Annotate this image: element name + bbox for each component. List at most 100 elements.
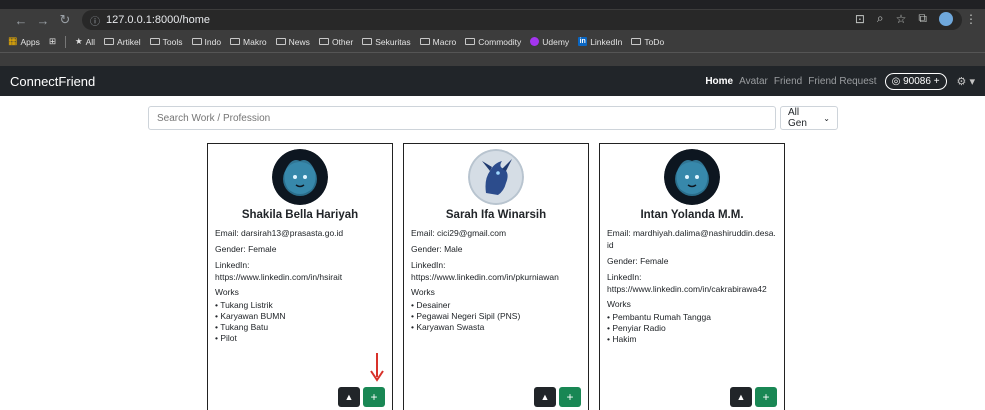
star-icon[interactable]: ☆ xyxy=(896,12,907,26)
site-info-icon[interactable]: ⓘ xyxy=(90,13,100,28)
bookmark-linkedin[interactable]: in LinkedIn xyxy=(578,37,622,47)
lion-avatar-icon xyxy=(272,149,328,205)
folder-icon xyxy=(419,38,430,45)
user-card: Intan Yolanda M.M. Email: mardhiyah.dali… xyxy=(599,143,785,410)
annotation-arrow-icon xyxy=(370,353,384,382)
bookmark-apps[interactable]: ▦ Apps xyxy=(8,36,40,47)
bookmark-tools[interactable]: Tools xyxy=(149,37,183,47)
folder-icon xyxy=(104,38,115,45)
bookmark-sekuritas[interactable]: Sekuritas xyxy=(362,37,411,47)
bookmark-makro[interactable]: Makro xyxy=(230,37,267,47)
folder-icon xyxy=(230,38,241,45)
udemy-icon xyxy=(530,37,540,46)
zoom-icon[interactable]: ⌕ xyxy=(877,11,884,26)
star-filled-icon: ★ xyxy=(74,36,83,46)
translate-icon[interactable]: ⊡ xyxy=(855,12,865,26)
coin-icon: ◎ xyxy=(891,75,901,87)
coin-balance-button[interactable]: ◎ 90086 + xyxy=(884,72,947,90)
browser-toolbar-icons: ⊡ ⌕ ☆ ⧉ ⋮ xyxy=(855,11,977,26)
bookmark-artikel[interactable]: Artikel xyxy=(104,37,141,47)
back-icon[interactable]: ← xyxy=(10,13,32,28)
bookmark-other[interactable]: Other xyxy=(318,37,353,47)
work-item: Penyiar Radio xyxy=(607,323,777,334)
menu-icon[interactable]: ⋮ xyxy=(965,12,977,26)
like-button[interactable]: ▲ xyxy=(730,387,752,407)
work-item: Hakim xyxy=(607,334,777,345)
forward-icon[interactable]: → xyxy=(32,13,54,28)
work-item: Pilot xyxy=(215,333,385,344)
search-input[interactable] xyxy=(148,106,776,130)
bookmark-todo[interactable]: ToDo xyxy=(631,37,664,47)
coin-balance: 90086 + xyxy=(903,75,940,87)
nav-friend[interactable]: Friend xyxy=(774,76,802,87)
add-friend-button[interactable]: + xyxy=(363,387,385,407)
user-card: Sarah Ifa Winarsih Email: cici29@gmail.c… xyxy=(403,143,589,410)
works-title: Works xyxy=(607,299,631,309)
user-email: Email: darsirah13@prasasta.go.id xyxy=(215,228,344,238)
works-title: Works xyxy=(411,287,435,297)
user-card: Shakila Bella Hariyah Email: darsirah13@… xyxy=(207,143,393,410)
nav-friend-request[interactable]: Friend Request xyxy=(808,76,876,87)
bookmark-indo[interactable]: Indo xyxy=(191,37,221,47)
folder-icon xyxy=(318,38,329,45)
app-navbar: ConnectFriend Home Avatar Friend Friend … xyxy=(0,66,985,96)
thumbs-up-icon: ▲ xyxy=(540,392,550,402)
user-email: Email: cici29@gmail.com xyxy=(411,228,507,238)
thumbs-up-icon: ▲ xyxy=(736,392,746,402)
chevron-down-icon: ⌄ xyxy=(823,113,830,123)
bookmark-all[interactable]: ★ All xyxy=(75,36,95,47)
address-bar[interactable]: ⓘ 127.0.0.1:8000/home xyxy=(82,10,962,30)
tab-groups-icon[interactable]: ⊞ xyxy=(49,36,56,47)
nav-home[interactable]: Home xyxy=(705,76,733,87)
lion-avatar-icon xyxy=(664,149,720,205)
work-item: Karyawan BUMN xyxy=(215,311,385,322)
folder-icon xyxy=(465,38,476,45)
bookmarks-bar: ▦ Apps ⊞ ★ All Artikel Tools Indo Makro Ne… xyxy=(0,31,985,53)
address-row: ← → ↻ ⓘ 127.0.0.1:8000/home xyxy=(0,9,985,31)
work-item: Pembantu Rumah Tangga xyxy=(607,312,777,323)
reload-icon[interactable]: ↻ xyxy=(54,12,76,28)
card-actions: ▲ + xyxy=(730,387,777,407)
folder-icon xyxy=(191,38,202,45)
folder-icon xyxy=(362,38,373,45)
brand-logo[interactable]: ConnectFriend xyxy=(10,74,95,89)
work-item: Karyawan Swasta xyxy=(411,322,581,333)
linkedin-url: https://www.linkedin.com/in/cakrabirawa4… xyxy=(607,284,767,294)
bookmark-macro[interactable]: Macro xyxy=(419,37,456,47)
profile-avatar-icon[interactable] xyxy=(939,11,953,26)
work-item: Tukang Listrik xyxy=(215,300,385,311)
bookmark-news[interactable]: News xyxy=(275,37,310,47)
add-friend-button[interactable]: + xyxy=(559,387,581,407)
dragon-avatar-icon xyxy=(468,149,524,205)
tab-strip xyxy=(0,0,985,9)
works-list: Pembantu Rumah Tangga Penyiar Radio Haki… xyxy=(607,312,777,345)
user-name: Shakila Bella Hariyah xyxy=(241,209,359,221)
divider xyxy=(64,35,66,48)
apps-grid-icon: ▦ xyxy=(8,36,18,47)
like-button[interactable]: ▲ xyxy=(338,387,360,407)
settings-dropdown-icon[interactable]: ⚙ ▾ xyxy=(957,75,975,88)
folder-icon xyxy=(631,38,642,45)
nav-avatar[interactable]: Avatar xyxy=(739,76,768,87)
user-email: Email: mardhiyah.dalima@nashiruddin.desa… xyxy=(607,228,776,250)
work-item: Pegawai Negeri Sipil (PNS) xyxy=(411,311,581,322)
linkedin-icon: in xyxy=(578,37,588,46)
folder-icon xyxy=(149,38,160,45)
gender-filter-select[interactable]: All Gen ⌄ xyxy=(780,106,838,130)
bookmark-commodity[interactable]: Commodity xyxy=(465,37,521,47)
thumbs-up-icon: ▲ xyxy=(344,392,354,402)
gender-filter-value: All Gen xyxy=(788,107,807,129)
like-button[interactable]: ▲ xyxy=(534,387,556,407)
user-gender: Gender: Female xyxy=(215,244,277,254)
work-item: Tukang Batu xyxy=(215,322,385,333)
bookmark-udemy[interactable]: Udemy xyxy=(530,37,569,47)
user-name: Sarah Ifa Winarsih xyxy=(445,209,547,221)
extensions-icon[interactable]: ⧉ xyxy=(918,11,927,26)
add-friend-button[interactable]: + xyxy=(755,387,777,407)
user-linkedin: LinkedIn: https://www.linkedin.com/in/pk… xyxy=(411,260,559,282)
card-actions: ▲ + xyxy=(534,387,581,407)
user-gender: Gender: Male xyxy=(411,244,463,254)
work-item: Desainer xyxy=(411,300,581,311)
linkedin-url: https://www.linkedin.com/in/hsirait xyxy=(215,272,343,282)
user-linkedin: LinkedIn: https://www.linkedin.com/in/hs… xyxy=(215,260,343,282)
